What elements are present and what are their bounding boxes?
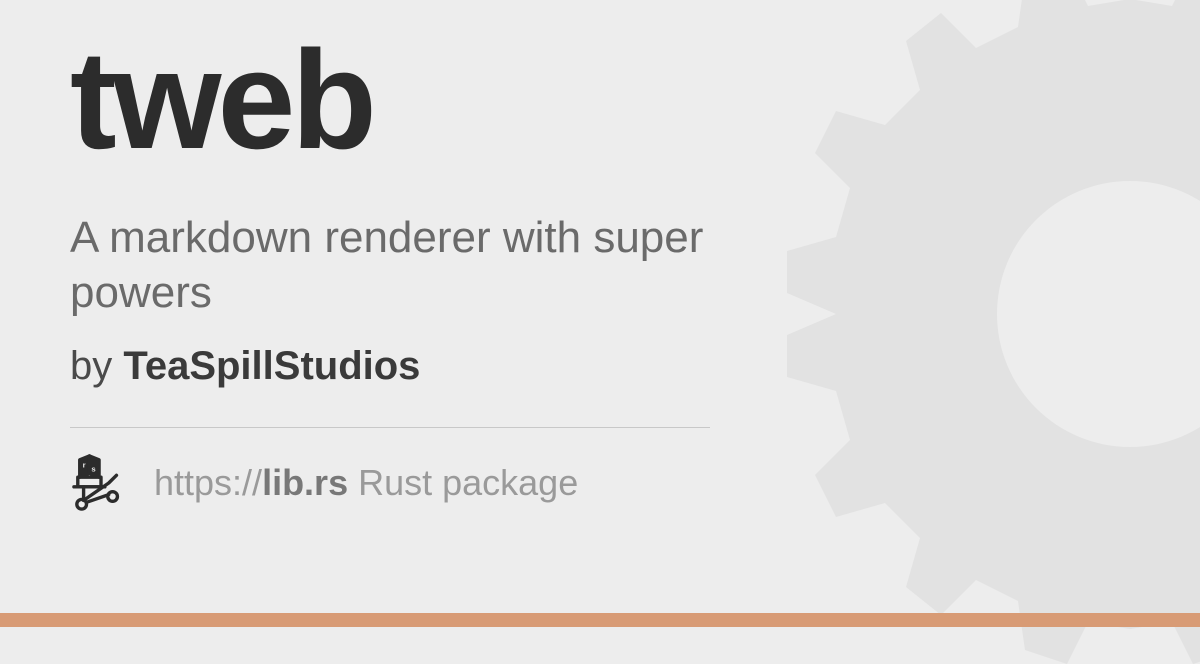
package-author: TeaSpillStudios [123,344,420,388]
card-content: tweb A markdown renderer with super powe… [0,0,1200,627]
url-prefix: https:// [154,462,262,503]
footer: r s https://lib.rs Rust package [70,454,1130,512]
package-title: tweb [70,30,1130,170]
svg-text:r: r [83,461,86,470]
librs-logo-icon: r s [70,454,132,512]
url-suffix: Rust package [348,462,578,503]
package-byline: by TeaSpillStudios [70,344,1130,389]
url-text: https://lib.rs Rust package [154,462,578,504]
divider [70,427,710,428]
by-label: by [70,344,123,388]
url-domain: lib.rs [262,462,348,503]
package-description: A markdown renderer with super powers [70,210,730,320]
accent-bar [0,613,1200,627]
svg-text:s: s [91,464,95,473]
